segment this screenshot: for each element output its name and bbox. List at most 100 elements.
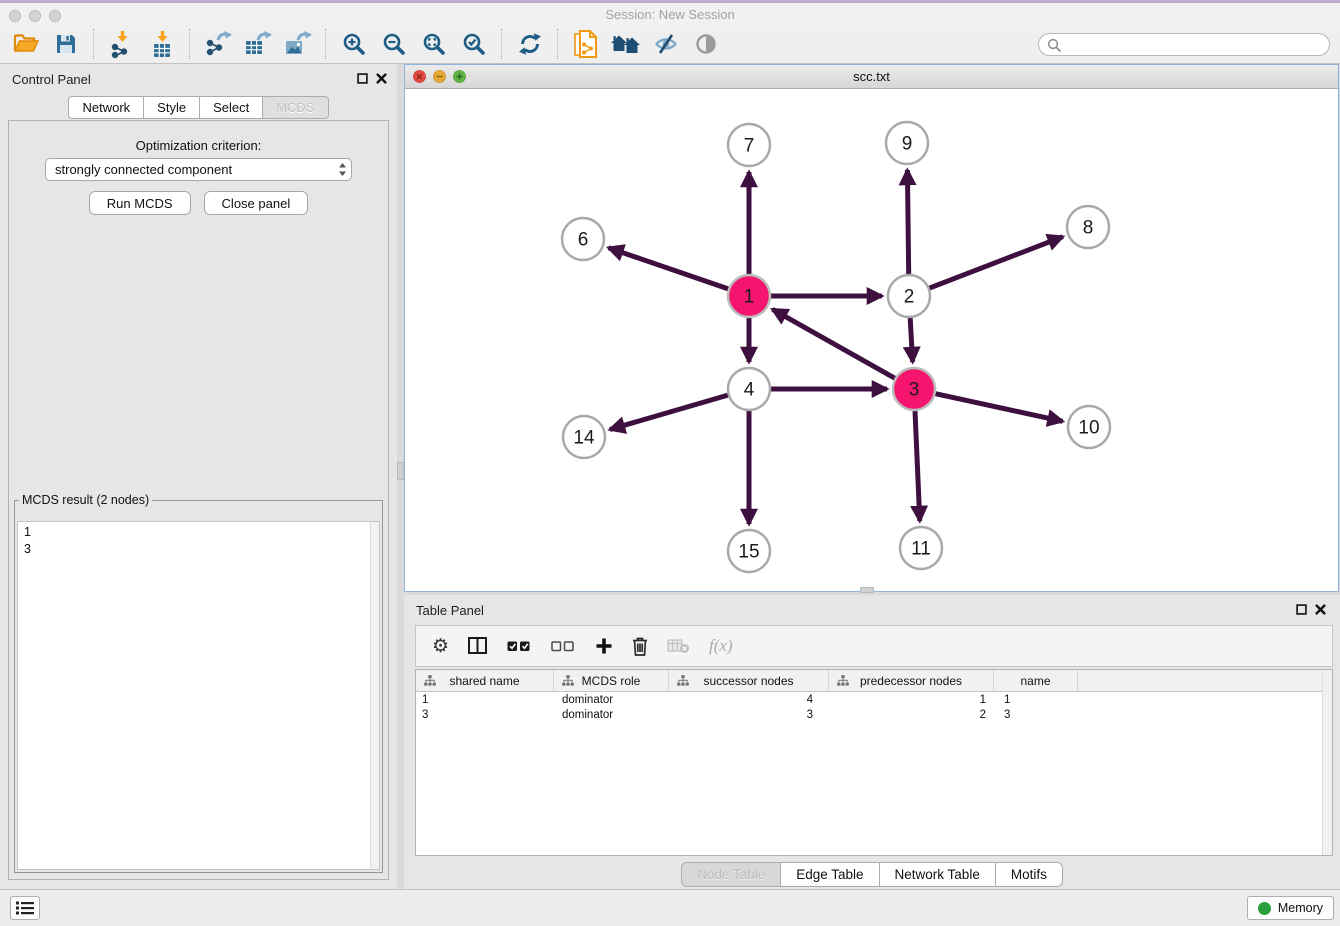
tab-network[interactable]: Network [68,96,144,119]
table-cell: 3 [994,709,1078,721]
close-panel-icon[interactable] [376,73,387,84]
table-cell: dominator [554,694,669,706]
mcds-result-list[interactable]: 13 [17,521,380,870]
memory-status-icon [1258,902,1271,915]
toolbar-separator [93,29,95,59]
table-cell: 1 [829,694,994,706]
edge-4-14[interactable] [610,395,728,429]
node-7[interactable]: 7 [728,124,770,166]
export-table-icon[interactable] [238,27,278,61]
run-mcds-button[interactable]: Run MCDS [89,191,191,215]
node-11[interactable]: 11 [900,527,942,569]
table-panel-title: Table Panel [416,603,484,618]
column-header-mcds-role[interactable]: MCDS role [554,670,669,691]
column-header-shared-name[interactable]: shared name [416,670,554,691]
deselect-all-icon[interactable] [551,639,576,653]
edge-3-10[interactable] [936,394,1063,422]
search-icon [1047,38,1061,52]
column-header-name[interactable]: name [994,670,1078,691]
table-cell: 3 [669,709,829,721]
close-panel-icon[interactable] [1315,604,1326,615]
node-3[interactable]: 3 [893,368,935,410]
search-input[interactable] [1061,37,1315,53]
optimization-criterion-label: Optimization criterion: [9,138,388,153]
float-panel-icon[interactable] [1296,604,1307,615]
export-network-icon[interactable] [198,27,238,61]
save-session-icon[interactable] [46,27,86,61]
tab-network-table[interactable]: Network Table [880,862,996,887]
zoom-in-icon[interactable] [334,27,374,61]
table-row[interactable]: 3dominator323 [416,708,1332,724]
hierarchy-icon [677,675,689,686]
show-graphics-icon[interactable] [686,27,726,61]
memory-button[interactable]: Memory [1247,896,1334,920]
tab-node-table[interactable]: Node Table [681,862,781,887]
column-header-successor-nodes[interactable]: successor nodes [669,670,829,691]
table-cell: dominator [554,709,669,721]
import-network-icon[interactable] [102,27,142,61]
task-history-button[interactable] [10,896,40,920]
open-session-icon[interactable] [6,27,46,61]
node-6[interactable]: 6 [562,218,604,260]
add-icon[interactable] [595,637,613,655]
node-1[interactable]: 1 [728,275,770,317]
network-canvas[interactable]: 1 2 3 4 6 7 8 9 10 11 14 15 [405,88,1338,592]
zoom-out-icon[interactable] [374,27,414,61]
node-9[interactable]: 9 [886,122,928,164]
edge-2-8[interactable] [930,237,1063,288]
tab-mcds[interactable]: MCDS [263,96,328,119]
main-toolbar [0,25,1340,64]
table-scrollbar[interactable] [1322,670,1332,855]
node-8[interactable]: 8 [1067,206,1109,248]
node-table: shared nameMCDS rolesuccessor nodesprede… [415,669,1333,856]
tab-style[interactable]: Style [144,96,200,119]
edge-3-1[interactable] [773,309,895,378]
criterion-select[interactable]: strongly connected component [45,158,352,181]
network-window-titlebar[interactable]: scc.txt [405,65,1338,89]
zoom-selected-icon[interactable] [454,27,494,61]
tab-select[interactable]: Select [200,96,263,119]
table-cell: 1 [416,694,554,706]
export-image-icon[interactable] [278,27,318,61]
mcds-result-group: MCDS result (2 nodes) 13 [14,493,383,873]
home-icon[interactable] [606,27,646,61]
edge-2-9[interactable] [907,170,908,274]
import-table-icon[interactable] [142,27,182,61]
control-panel-title: Control Panel [12,72,91,87]
table-row[interactable]: 1dominator411 [416,692,1332,708]
vertical-splitter-handle[interactable] [397,462,404,480]
node-4[interactable]: 4 [728,368,770,410]
float-panel-icon[interactable] [357,73,368,84]
column-header-predecessor-nodes[interactable]: predecessor nodes [829,670,994,691]
mcds-result-lines: 13 [18,522,379,558]
zoom-fit-icon[interactable] [414,27,454,61]
result-scrollbar[interactable] [370,522,379,869]
svg-text:14: 14 [573,428,595,449]
edge-1-6[interactable] [609,248,729,289]
select-all-icon[interactable] [507,639,532,653]
svg-text:8: 8 [1083,218,1094,239]
node-14[interactable]: 14 [563,416,605,458]
svg-text:6: 6 [578,230,589,251]
columns-icon[interactable] [468,637,488,655]
edge-2-3[interactable] [910,318,912,362]
svg-text:4: 4 [744,380,755,401]
node-10[interactable]: 10 [1068,406,1110,448]
hide-graphics-icon[interactable] [646,27,686,61]
svg-text:15: 15 [738,542,759,563]
node-15[interactable]: 15 [728,530,770,572]
function-builder-icon: f(x) [709,636,733,656]
tab-motifs[interactable]: Motifs [996,862,1063,887]
node-2[interactable]: 2 [888,275,930,317]
tab-edge-table[interactable]: Edge Table [781,862,879,887]
close-panel-button[interactable]: Close panel [204,191,309,215]
hierarchy-icon [562,675,574,686]
delete-icon[interactable] [632,636,648,656]
gear-icon[interactable]: ⚙ [432,637,449,656]
search-field[interactable] [1038,33,1330,56]
horizontal-splitter-handle[interactable] [860,587,874,593]
refresh-icon[interactable] [510,27,550,61]
new-network-icon[interactable] [566,27,606,61]
table-cell: 1 [994,694,1078,706]
edge-3-11[interactable] [915,411,920,521]
